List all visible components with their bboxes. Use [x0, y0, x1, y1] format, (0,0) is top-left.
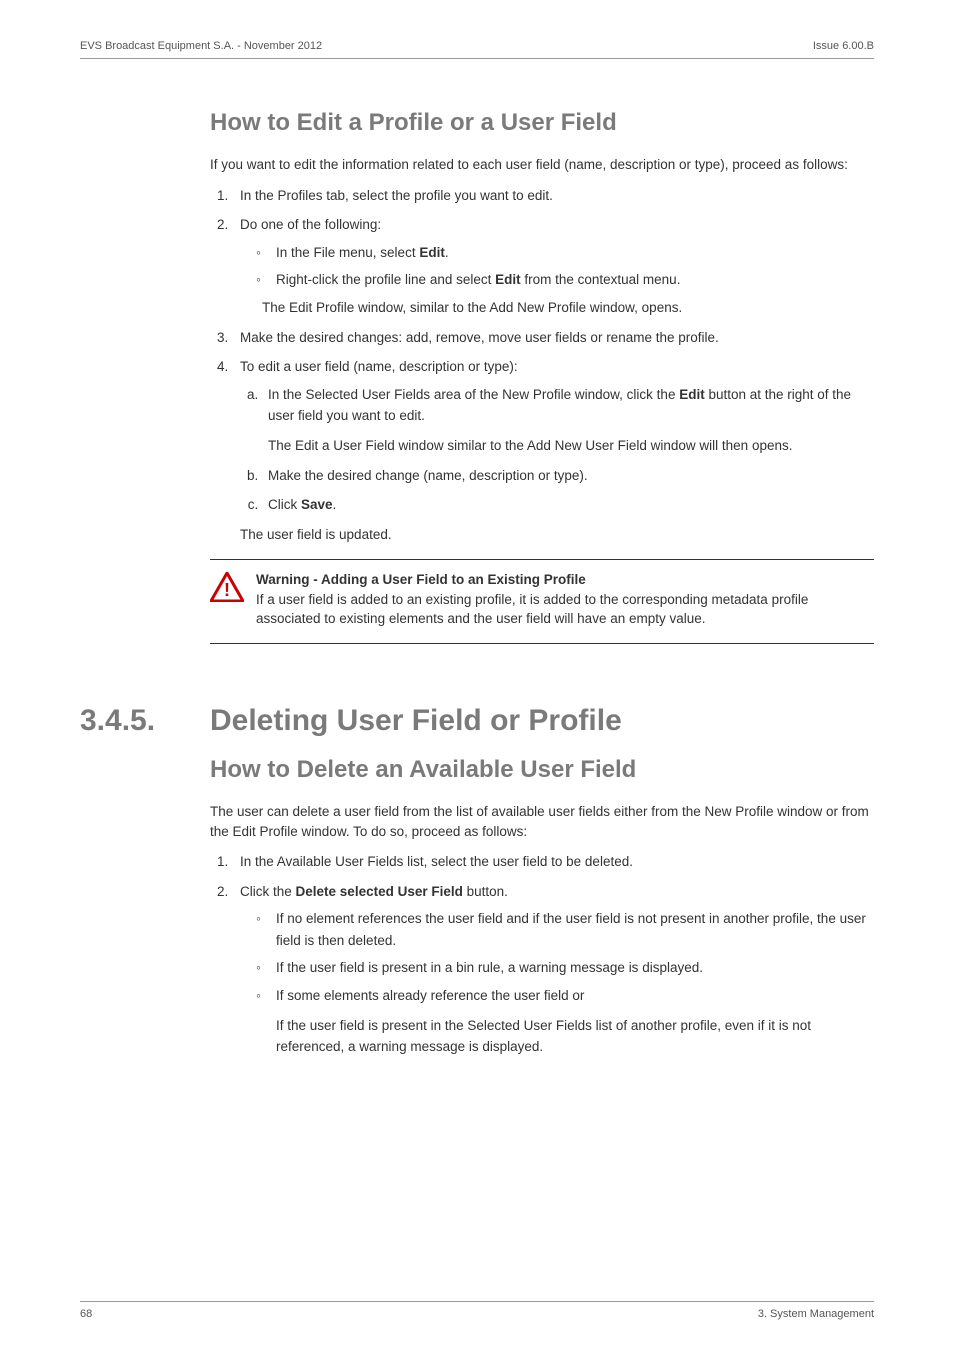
bold-edit: Edit [419, 245, 445, 260]
text-fragment: Right-click the profile line and select [276, 272, 495, 287]
warning-triangle-icon: ! [210, 572, 244, 602]
running-header: EVS Broadcast Equipment S.A. - November … [80, 40, 874, 59]
section-number: 3.4.5. [80, 704, 210, 738]
bold-edit: Edit [495, 272, 521, 287]
svg-text:!: ! [224, 580, 230, 600]
text-fragment: In the File menu, select [276, 245, 419, 260]
section-heading-row: 3.4.5. Deleting User Field or Profile [80, 704, 874, 738]
step-4b: Make the desired change (name, descripti… [262, 465, 874, 487]
step-2-text: Do one of the following: [240, 217, 381, 232]
text-fragment: . [333, 497, 337, 512]
text-fragment: In the Selected User Fields area of the … [268, 387, 679, 402]
step-4-text: To edit a user field (name, description … [240, 359, 518, 374]
step-4-tail: The user field is updated. [240, 524, 874, 546]
delete-step-1: In the Available User Fields list, selec… [232, 851, 874, 873]
step-2-tail: The Edit Profile window, similar to the … [262, 297, 874, 319]
delete-bullet-2: If the user field is present in a bin ru… [262, 957, 874, 979]
step-4: To edit a user field (name, description … [232, 356, 874, 545]
text-fragment: button. [463, 884, 508, 899]
bold-delete-field: Delete selected User Field [296, 884, 463, 899]
page-footer: 68 3. System Management [80, 1301, 874, 1320]
step-4a: In the Selected User Fields area of the … [262, 384, 874, 457]
header-left: EVS Broadcast Equipment S.A. - November … [80, 40, 322, 52]
intro-paragraph: If you want to edit the information rela… [210, 155, 874, 175]
text-fragment: from the contextual menu. [521, 272, 681, 287]
page-number: 68 [80, 1308, 92, 1320]
delete-bullet-3-tail: If the user field is present in the Sele… [276, 1015, 874, 1058]
step-2-sub-b: Right-click the profile line and select … [262, 269, 874, 291]
delete-intro: The user can delete a user field from th… [210, 802, 874, 841]
section-heading: Deleting User Field or Profile [210, 704, 622, 738]
text-fragment: Click the [240, 884, 296, 899]
step-4c: Click Save. [262, 494, 874, 516]
step-1: In the Profiles tab, select the profile … [232, 185, 874, 207]
warning-box: ! Warning - Adding a User Field to an Ex… [210, 559, 874, 644]
warning-body: If a user field is added to an existing … [256, 592, 808, 627]
step-4a-tail: The Edit a User Field window similar to … [268, 435, 874, 457]
text-fragment: Click [268, 497, 301, 512]
step-2-sub-a: In the File menu, select Edit. [262, 242, 874, 264]
bold-save: Save [301, 497, 333, 512]
text-fragment: If some elements already reference the u… [276, 988, 584, 1003]
step-2: Do one of the following: In the File men… [232, 214, 874, 318]
section-subtitle-delete: How to Delete an Available User Field [210, 756, 874, 784]
step-3: Make the desired changes: add, remove, m… [232, 327, 874, 349]
bold-edit: Edit [679, 387, 705, 402]
header-right: Issue 6.00.B [813, 40, 874, 52]
text-fragment: . [445, 245, 449, 260]
delete-step-2: Click the Delete selected User Field but… [232, 881, 874, 1058]
footer-section: 3. System Management [758, 1308, 874, 1320]
warning-title: Warning - Adding a User Field to an Exis… [256, 572, 586, 587]
warning-text: Warning - Adding a User Field to an Exis… [256, 570, 874, 629]
delete-steps-list: In the Available User Fields list, selec… [210, 851, 874, 1058]
delete-bullet-3: If some elements already reference the u… [262, 985, 874, 1058]
section-title-edit-profile: How to Edit a Profile or a User Field [210, 109, 874, 137]
delete-bullet-1: If no element references the user field … [262, 908, 874, 951]
steps-list: In the Profiles tab, select the profile … [210, 185, 874, 546]
